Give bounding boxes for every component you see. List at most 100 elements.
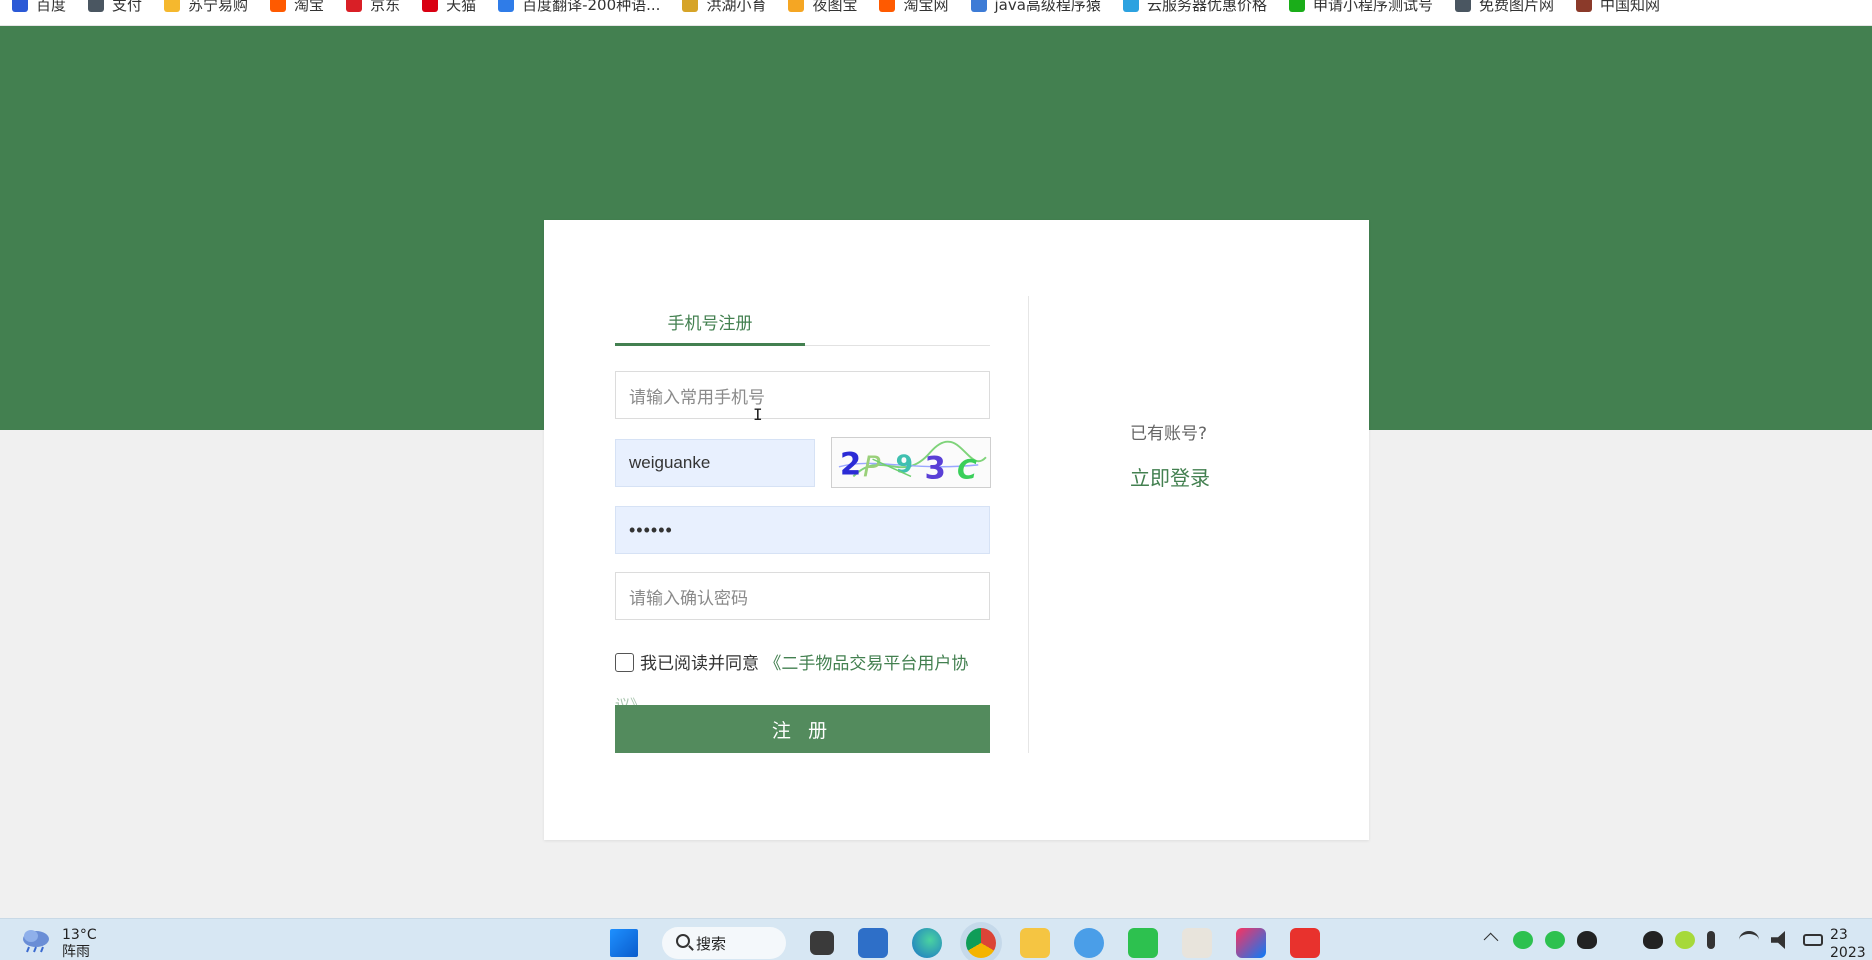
suning-icon xyxy=(164,0,181,12)
bookmarks-bar: 百度 支付 苏宁易购 淘宝 京东 天猫 百度翻译-200种语... 洪湖小育 夜图宝 淘宝网 jav… xyxy=(0,0,1872,26)
phone-input[interactable]: 请输入常用手机号 xyxy=(615,371,990,419)
agree-label: 我已阅读并同意 xyxy=(640,654,759,674)
bookmark-item[interactable]: 支付 xyxy=(88,0,142,17)
intellij-idea-icon[interactable] xyxy=(1236,928,1266,958)
cnki-icon xyxy=(1575,0,1592,12)
search-icon xyxy=(676,934,690,948)
taskbar: 13°C 阵雨 搜索 23 2023 xyxy=(0,918,1872,960)
tray-wechat-work-icon[interactable] xyxy=(1545,931,1565,949)
rain-cloud-icon xyxy=(23,930,49,953)
baidu-icon xyxy=(12,0,28,12)
bird-icon xyxy=(682,0,699,12)
bookmark-item[interactable]: 申请小程序测试号 xyxy=(1288,0,1433,17)
wechat-icon xyxy=(1288,0,1305,12)
bookmark-item[interactable]: 苏宁易购 xyxy=(164,0,248,17)
taskbar-search-button[interactable]: 搜索 xyxy=(662,927,786,959)
username-input[interactable]: weiguanke xyxy=(615,439,815,487)
microphone-icon[interactable] xyxy=(1707,931,1715,949)
taobao-icon xyxy=(879,0,896,12)
captcha-char-5: C xyxy=(957,454,977,485)
t-icon xyxy=(1454,0,1471,12)
chrome-browser-icon[interactable] xyxy=(966,928,996,958)
baidu-netdisk-icon[interactable] xyxy=(1074,928,1104,958)
task-view-icon[interactable] xyxy=(810,931,834,955)
login-link[interactable]: 立即登录 xyxy=(1130,462,1210,491)
clock-time: 23 xyxy=(1830,927,1848,943)
agreement-row: 我已阅读并同意 《二手物品交易平台用户协 xyxy=(615,652,990,676)
bookmark-item[interactable]: 洪湖小育 xyxy=(682,0,766,17)
weather-widget[interactable]: 13°C 阵雨 xyxy=(20,927,97,960)
bookmark-label: 中国知网 xyxy=(1599,0,1660,14)
image-icon xyxy=(788,0,805,12)
file-explorer-icon[interactable] xyxy=(1020,928,1050,958)
register-tabs: 手机号注册 xyxy=(615,308,990,346)
bookmarks-list: 百度 支付 苏宁易购 淘宝 京东 天猫 百度翻译-200种语... 洪湖小育 夜图宝 淘宝网 jav… xyxy=(12,0,1682,17)
tab-phone-register[interactable]: 手机号注册 xyxy=(615,308,805,346)
windows-start-icon[interactable] xyxy=(610,929,638,957)
wifi-icon[interactable] xyxy=(1739,931,1759,949)
bookmark-item[interactable]: 京东 xyxy=(346,0,400,17)
password-input[interactable]: •••••• xyxy=(615,506,990,554)
bookmark-label: 云服务器优惠价格 xyxy=(1146,0,1267,14)
presentation-app-icon[interactable] xyxy=(1182,928,1212,958)
tray-chevron-up-icon[interactable] xyxy=(1483,932,1499,948)
captcha-char-4: 3 xyxy=(924,450,945,486)
tray-qq-icon[interactable] xyxy=(1577,931,1597,949)
network-app-icon[interactable] xyxy=(858,928,888,958)
battery-icon[interactable] xyxy=(1803,934,1823,946)
bookmark-label: 苏宁易购 xyxy=(188,0,249,14)
agree-checkbox[interactable] xyxy=(615,653,634,672)
bookmark-item[interactable]: 云服务器优惠价格 xyxy=(1122,0,1267,17)
bookmark-label: java高级程序猿 xyxy=(994,0,1101,14)
bookmark-label: 天猫 xyxy=(446,0,477,14)
captcha-graphic: 2 P 9 3 C xyxy=(838,440,987,486)
weather-condition: 阵雨 xyxy=(62,944,90,960)
text-cursor-icon: I xyxy=(753,405,763,424)
system-clock[interactable]: 23 2023 xyxy=(1830,926,1866,960)
captcha-char-2: P xyxy=(863,449,881,483)
pay-icon xyxy=(88,0,105,12)
volume-icon[interactable] xyxy=(1771,931,1785,949)
bookmark-item[interactable]: 中国知网 xyxy=(1575,0,1660,17)
robot-icon xyxy=(970,0,987,12)
tmall-icon xyxy=(422,0,439,12)
bookmark-label: 京东 xyxy=(370,0,401,14)
bookmark-item[interactable]: 夜图宝 xyxy=(788,0,857,17)
cloud-icon xyxy=(1122,0,1139,12)
system-tray xyxy=(1475,931,1829,949)
bookmark-label: 淘宝网 xyxy=(903,0,949,14)
clock-date: 2023 xyxy=(1830,945,1866,960)
agreement-link[interactable]: 《二手物品交易平台用户协 xyxy=(764,654,968,674)
tray-qq-icon-2[interactable] xyxy=(1643,931,1663,949)
bookmark-item[interactable]: 百度翻译-200种语... xyxy=(498,0,660,17)
bookmark-label: 支付 xyxy=(112,0,143,14)
wechat-icon[interactable] xyxy=(1128,928,1158,958)
bookmark-item[interactable]: 淘宝网 xyxy=(879,0,949,17)
register-card: 手机号注册 请输入常用手机号 weiguanke 2 P 9 3 C •••••… xyxy=(544,220,1369,840)
bookmark-label: 申请小程序测试号 xyxy=(1312,0,1433,14)
weather-temperature: 13°C xyxy=(62,927,97,943)
bookmark-label: 免费图片网 xyxy=(1478,0,1554,14)
taskbar-apps: 搜索 xyxy=(598,927,1332,959)
confirm-password-input[interactable]: 请输入确认密码 xyxy=(615,572,990,620)
captcha-char-1: 2 xyxy=(840,447,861,483)
bookmark-item[interactable]: java高级程序猿 xyxy=(970,0,1101,17)
tray-app-icon[interactable] xyxy=(1675,931,1695,949)
translate-icon xyxy=(498,0,515,12)
wps-office-icon[interactable] xyxy=(1290,928,1320,958)
bookmark-item[interactable]: 百度 xyxy=(12,0,66,17)
bookmark-label: 百度翻译-200种语... xyxy=(522,0,661,14)
jd-icon xyxy=(346,0,363,12)
bookmark-label: 洪湖小育 xyxy=(706,0,767,14)
tray-wechat-icon[interactable] xyxy=(1513,931,1533,949)
register-button[interactable]: 注 册 xyxy=(615,705,990,753)
bookmark-item[interactable]: 天猫 xyxy=(422,0,476,17)
captcha-image[interactable]: 2 P 9 3 C xyxy=(831,437,991,488)
bookmark-item[interactable]: 免费图片网 xyxy=(1454,0,1554,17)
taobao-icon xyxy=(270,0,287,12)
have-account-text: 已有账号? xyxy=(1130,424,1208,444)
bookmark-item[interactable]: 淘宝 xyxy=(270,0,324,17)
taskbar-search-label: 搜索 xyxy=(696,934,727,953)
edge-browser-icon[interactable] xyxy=(912,928,942,958)
bookmark-label: 百度 xyxy=(36,0,67,14)
